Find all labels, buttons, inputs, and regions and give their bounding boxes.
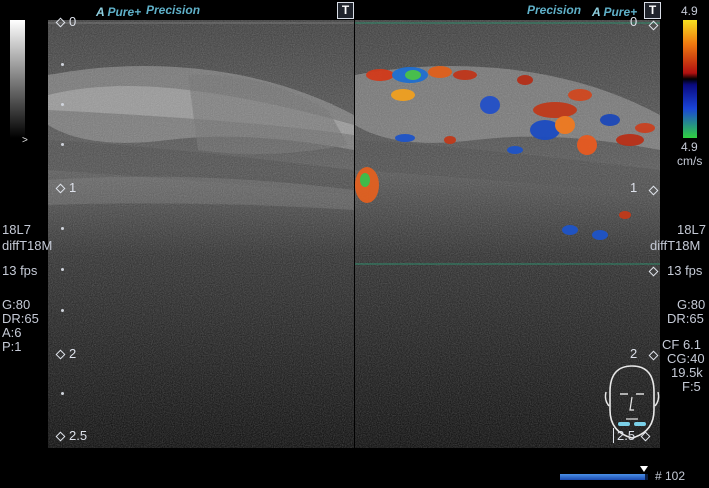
cine-progress-bar[interactable] bbox=[560, 474, 648, 480]
gain-label-right: G:80 bbox=[677, 297, 706, 312]
filter-label-right: F:5 bbox=[682, 379, 701, 394]
velocity-color-bar bbox=[683, 20, 697, 138]
preset-label-right: diffT18M bbox=[650, 238, 701, 253]
depth-label-left-1: 1 bbox=[55, 180, 76, 195]
depth-tick bbox=[61, 63, 64, 66]
depth-label-right-2-5: 2.5 bbox=[613, 428, 654, 443]
depth-label-right-0: 0 bbox=[630, 14, 638, 29]
depth-label-left-2: 2 bbox=[55, 346, 76, 361]
depth-tick bbox=[61, 103, 64, 106]
grayscale-bar bbox=[10, 20, 25, 138]
p-label-left: P:1 bbox=[2, 339, 22, 354]
cine-progress-fill bbox=[560, 474, 646, 480]
dr-label-left: DR:65 bbox=[2, 311, 39, 326]
probe-label-left: 18L7 bbox=[2, 222, 31, 237]
gain-label-left: G:80 bbox=[2, 297, 31, 312]
probe-label-right: 18L7 bbox=[677, 222, 706, 237]
mode-right: Precision bbox=[527, 3, 582, 17]
brand-left: A Pure+ bbox=[96, 5, 142, 19]
velocity-unit-label: cm/s bbox=[677, 154, 703, 168]
fps-label-left: 13 fps bbox=[2, 263, 38, 278]
prf-label-right: 19.5k bbox=[671, 365, 703, 380]
fps-label-right: 13 fps bbox=[667, 263, 703, 278]
velocity-max-label: 4.9 bbox=[681, 4, 698, 18]
diamond-icon bbox=[55, 183, 66, 194]
dr-label-right: DR:65 bbox=[667, 311, 704, 326]
depth-tick bbox=[61, 143, 64, 146]
preset-label-left: diffT18M bbox=[2, 238, 53, 253]
depth-label-left-0: 0 bbox=[55, 14, 76, 29]
diamond-icon bbox=[55, 17, 66, 28]
depth-label-left-2-5: 2.5 bbox=[55, 428, 87, 443]
depth-tick bbox=[61, 392, 64, 395]
cf-label-right: CF 6.1 bbox=[662, 337, 702, 352]
depth-label-right-1: 1 bbox=[630, 180, 638, 195]
grayscale-marker-icon: > bbox=[22, 135, 28, 146]
bmode-image-left bbox=[48, 20, 354, 448]
mode-left: Precision bbox=[146, 3, 201, 17]
transducer-marker-left-icon: T bbox=[337, 2, 354, 19]
depth-tick bbox=[61, 268, 64, 271]
depth-tick bbox=[61, 227, 64, 230]
depth-label-right-2: 2 bbox=[630, 346, 638, 361]
cine-position-marker-icon[interactable] bbox=[640, 466, 648, 472]
diamond-icon bbox=[55, 349, 66, 360]
depth-tick bbox=[61, 309, 64, 312]
transducer-marker-right-icon: T bbox=[644, 2, 661, 19]
cg-label-right: CG:40 bbox=[667, 351, 705, 366]
diamond-icon bbox=[640, 431, 651, 442]
frame-number: # 102 bbox=[655, 469, 686, 483]
a-label-left: A:6 bbox=[2, 325, 22, 340]
velocity-min-label: 4.9 bbox=[681, 140, 698, 154]
diamond-icon bbox=[55, 431, 66, 442]
